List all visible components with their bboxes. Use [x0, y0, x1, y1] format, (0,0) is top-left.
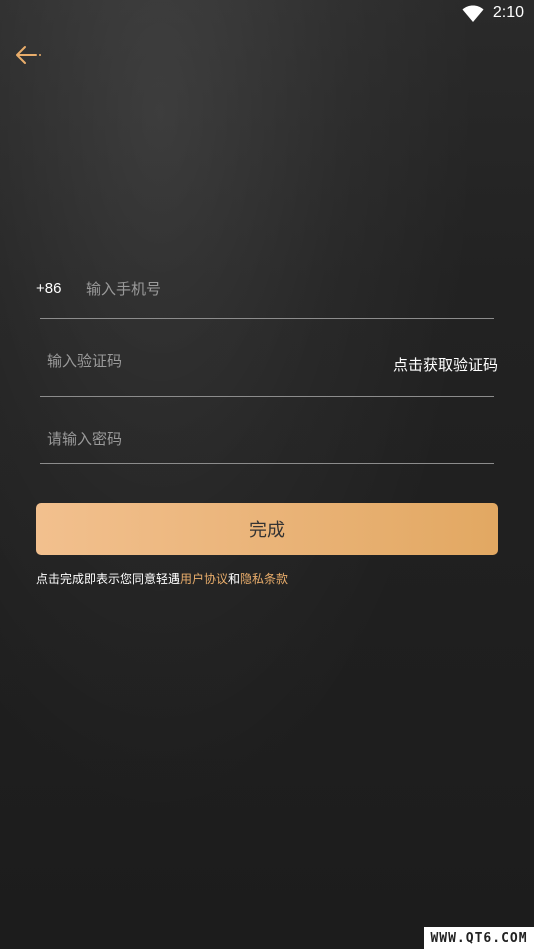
password-input[interactable] [47, 427, 447, 451]
verification-code-input[interactable] [47, 349, 327, 373]
agreement-prefix: 点击完成即表示您同意轻遇 [36, 572, 181, 586]
phone-field: +86 [36, 268, 494, 319]
status-time: 2:10 [492, 4, 524, 21]
wifi-icon [462, 5, 484, 22]
status-bar: 2:10 [0, 0, 534, 30]
arrow-left-icon [16, 46, 41, 64]
password-field [40, 420, 494, 464]
get-code-button[interactable]: 点击获取验证码 [393, 354, 498, 375]
agreement-text: 点击完成即表示您同意轻遇用户协议和隐私条款 [36, 570, 288, 587]
watermark: WWW.QT6.COM [424, 927, 534, 949]
agreement-conjunction: 和 [228, 572, 241, 586]
phone-input[interactable] [86, 277, 386, 301]
user-agreement-link[interactable]: 用户协议 [180, 572, 228, 586]
verification-code-field: 点击获取验证码 [40, 344, 498, 397]
privacy-policy-link[interactable]: 隐私条款 [240, 572, 288, 586]
back-button[interactable] [10, 40, 44, 70]
country-code[interactable]: +86 [36, 280, 61, 297]
submit-button[interactable]: 完成 [36, 503, 498, 555]
